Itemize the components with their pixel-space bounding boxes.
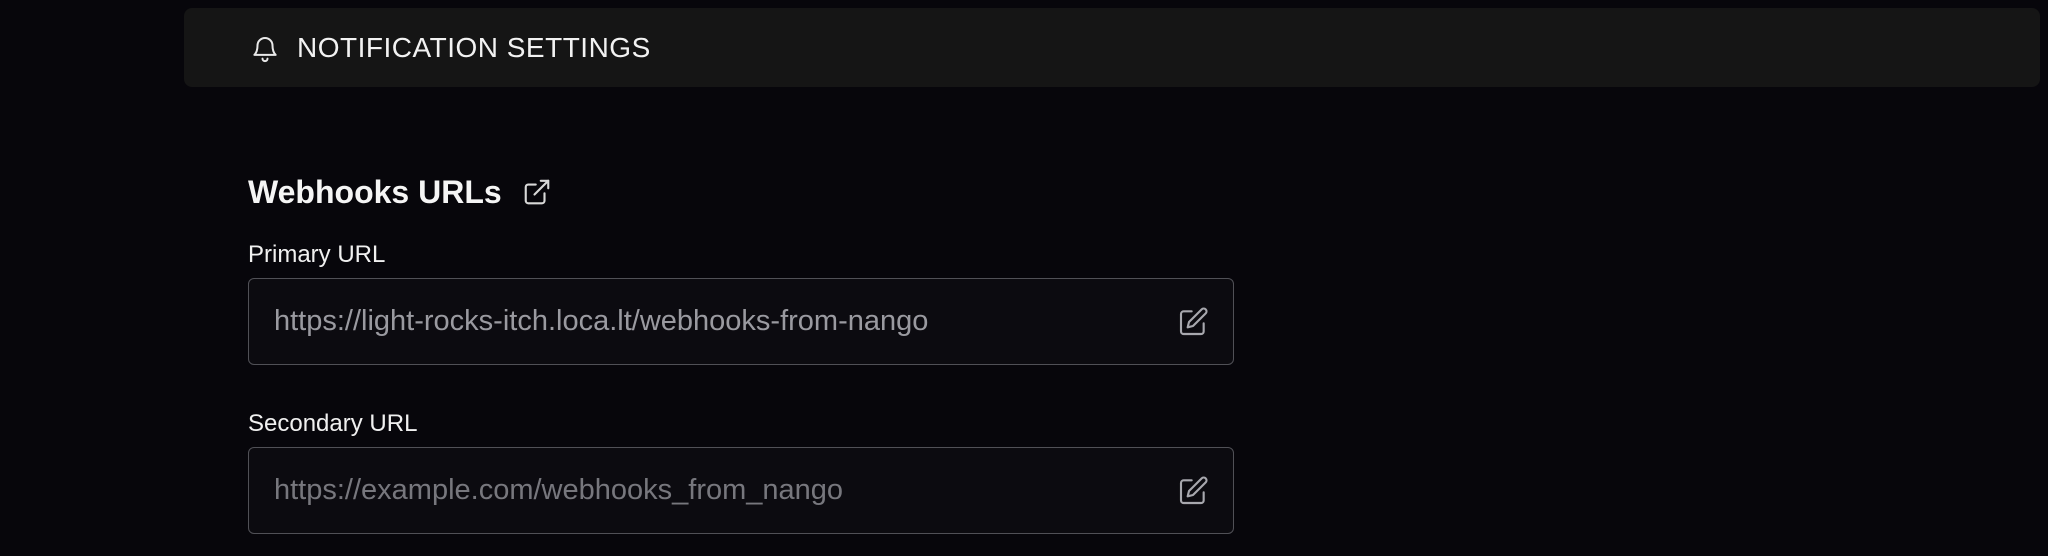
edit-icon[interactable] <box>1177 306 1209 338</box>
notification-settings-header[interactable]: NOTIFICATION SETTINGS <box>184 8 2040 87</box>
edit-icon[interactable] <box>1177 475 1209 507</box>
bell-icon <box>250 32 280 64</box>
secondary-url-label: Secondary URL <box>248 410 418 437</box>
primary-url-field[interactable]: https://light-rocks-itch.loca.lt/webhook… <box>248 278 1234 365</box>
notification-settings-page: NOTIFICATION SETTINGS Webhooks URLs Prim… <box>0 0 2048 556</box>
primary-url-value: https://light-rocks-itch.loca.lt/webhook… <box>274 305 929 337</box>
primary-url-label: Primary URL <box>248 241 386 268</box>
webhooks-section: Webhooks URLs Primary URL https://light-… <box>248 168 1234 534</box>
secondary-url-field[interactable]: https://example.com/webhooks_from_nango <box>248 447 1234 534</box>
webhooks-heading: Webhooks URLs <box>248 173 502 210</box>
webhooks-heading-row: Webhooks URLs <box>248 168 1234 216</box>
section-title: NOTIFICATION SETTINGS <box>297 31 651 63</box>
external-link-icon[interactable] <box>522 177 552 207</box>
secondary-url-placeholder: https://example.com/webhooks_from_nango <box>274 474 844 506</box>
